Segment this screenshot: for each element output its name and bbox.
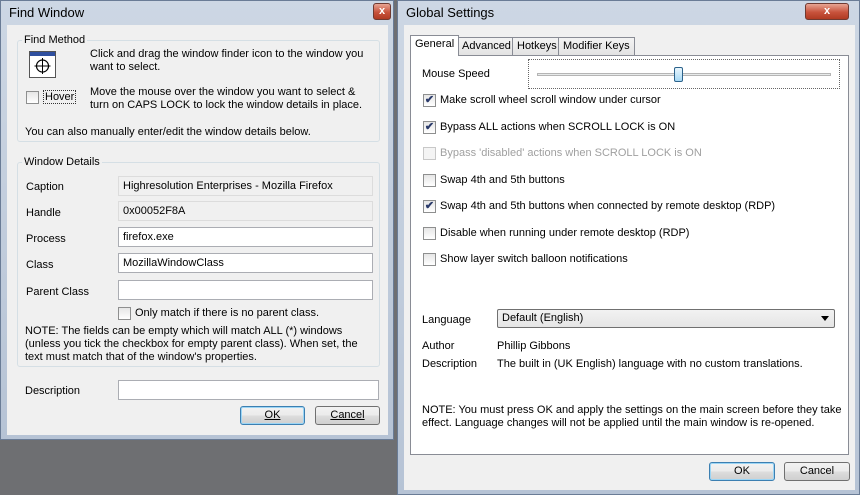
caption-field[interactable]: Highresolution Enterprises - Mozilla Fir…	[118, 176, 373, 196]
tab-modifier-keys-label: Modifier Keys	[563, 40, 630, 52]
option-label: Disable when running under remote deskto…	[440, 227, 690, 239]
find-window-titlebar: Find Window x	[1, 1, 393, 25]
option-label: Bypass ALL actions when SCROLL LOCK is O…	[440, 121, 676, 133]
window-details-group-label: Window Details	[22, 156, 102, 168]
option-label: Show layer switch balloon notifications	[440, 253, 628, 265]
find-method-group-label: Find Method	[22, 34, 88, 46]
tab-general[interactable]: General	[410, 35, 460, 56]
settings-ok-label: OK	[734, 465, 750, 477]
settings-cancel-label: Cancel	[799, 465, 835, 477]
language-label: Language	[422, 314, 471, 326]
option-label: Bypass 'disabled' actions when SCROLL LO…	[440, 147, 702, 159]
tab-strip: General Advanced Hotkeys Modifier Keys	[410, 35, 850, 57]
option-label: Swap 4th and 5th buttons when connected …	[440, 200, 776, 212]
only-match-label: Only match if there is no parent class.	[135, 307, 320, 319]
find-method-group: Find Method Click and drag the window fi…	[17, 34, 380, 142]
author-value: Phillip Gibbons	[497, 340, 571, 352]
handle-label: Handle	[26, 207, 61, 219]
class-field[interactable]: MozillaWindowClass	[118, 253, 373, 273]
option-checkbox[interactable]	[423, 227, 436, 240]
general-tab-panel: Mouse Speed ✔ Make scroll wheel scroll wi…	[410, 55, 849, 455]
tab-hotkeys-label: Hotkeys	[517, 40, 557, 52]
options-list: ✔ Make scroll wheel scroll window under c…	[423, 94, 843, 284]
settings-note: NOTE: You must press OK and apply the se…	[422, 404, 842, 429]
class-label: Class	[26, 259, 54, 271]
only-match-checkbox[interactable]	[118, 307, 131, 320]
close-icon: x	[823, 5, 831, 17]
mouse-speed-label: Mouse Speed	[422, 68, 490, 80]
tab-general-label: General	[415, 38, 455, 50]
ok-button-label: OK	[264, 409, 281, 421]
settings-ok-button[interactable]: OK	[709, 462, 775, 481]
description-field[interactable]	[118, 380, 379, 400]
global-settings-titlebar: Global Settings x	[398, 1, 859, 25]
tab-hotkeys[interactable]: Hotkeys	[512, 37, 562, 55]
parent-class-label: Parent Class	[26, 286, 89, 298]
settings-cancel-button[interactable]: Cancel	[784, 462, 850, 481]
description-label: Description	[25, 385, 81, 397]
option-checkbox[interactable]: ✔	[423, 121, 436, 134]
author-label: Author	[422, 340, 455, 352]
manual-edit-text: You can also manually enter/edit the win…	[25, 126, 311, 138]
mouse-speed-thumb[interactable]	[674, 67, 683, 82]
cancel-button[interactable]: Cancel	[315, 406, 380, 425]
language-select[interactable]: Default (English)	[497, 309, 835, 328]
option-checkbox[interactable]: ✔	[423, 94, 436, 107]
window-details-group: Window Details Caption Highresolution En…	[17, 156, 380, 367]
option-checkbox[interactable]: ✔	[423, 200, 436, 213]
cancel-button-label: Cancel	[330, 409, 365, 421]
option-label: Make scroll wheel scroll window under cu…	[440, 94, 661, 106]
language-description-value: The built in (UK English) language with …	[497, 358, 803, 370]
global-settings-close-button[interactable]: x	[805, 3, 849, 20]
find-window-title: Find Window	[9, 5, 85, 20]
chevron-down-icon	[821, 316, 829, 321]
mouse-speed-track	[537, 73, 831, 76]
tab-modifier-keys[interactable]: Modifier Keys	[558, 37, 635, 55]
language-description-label: Description	[422, 358, 478, 370]
window-finder-icon[interactable]	[29, 51, 56, 78]
finder-instruction: Click and drag the window finder icon to…	[90, 48, 364, 73]
hover-label: Hover	[43, 90, 77, 104]
hover-checkbox[interactable]	[26, 91, 39, 104]
handle-field[interactable]: 0x00052F8A	[118, 201, 373, 221]
ok-button[interactable]: OK	[240, 406, 305, 425]
option-checkbox	[423, 147, 436, 160]
process-field[interactable]: firefox.exe	[118, 227, 373, 247]
global-settings-title: Global Settings	[406, 5, 495, 20]
global-settings-client: General Advanced Hotkeys Modifier Keys M…	[404, 25, 855, 490]
caption-label: Caption	[26, 181, 64, 193]
close-icon: x	[378, 5, 386, 17]
find-window-close-button[interactable]: x	[373, 3, 391, 20]
mouse-speed-slider[interactable]	[528, 59, 840, 89]
tab-advanced-label: Advanced	[462, 40, 511, 52]
find-window-dialog: Find Window x Find Method Click and drag…	[0, 0, 394, 440]
process-label: Process	[26, 233, 66, 245]
option-checkbox[interactable]	[423, 253, 436, 266]
language-selected-value: Default (English)	[502, 312, 584, 324]
global-settings-dialog: Global Settings x General Advanced Hotke…	[397, 0, 860, 495]
tab-advanced[interactable]: Advanced	[457, 37, 516, 55]
find-window-client: Find Method Click and drag the window fi…	[7, 25, 388, 435]
details-note: NOTE: The fields can be empty which will…	[25, 325, 358, 363]
option-label: Swap 4th and 5th buttons	[440, 174, 565, 186]
option-checkbox[interactable]	[423, 174, 436, 187]
parent-class-field[interactable]	[118, 280, 373, 300]
hover-instruction: Move the mouse over the window you want …	[90, 86, 363, 111]
